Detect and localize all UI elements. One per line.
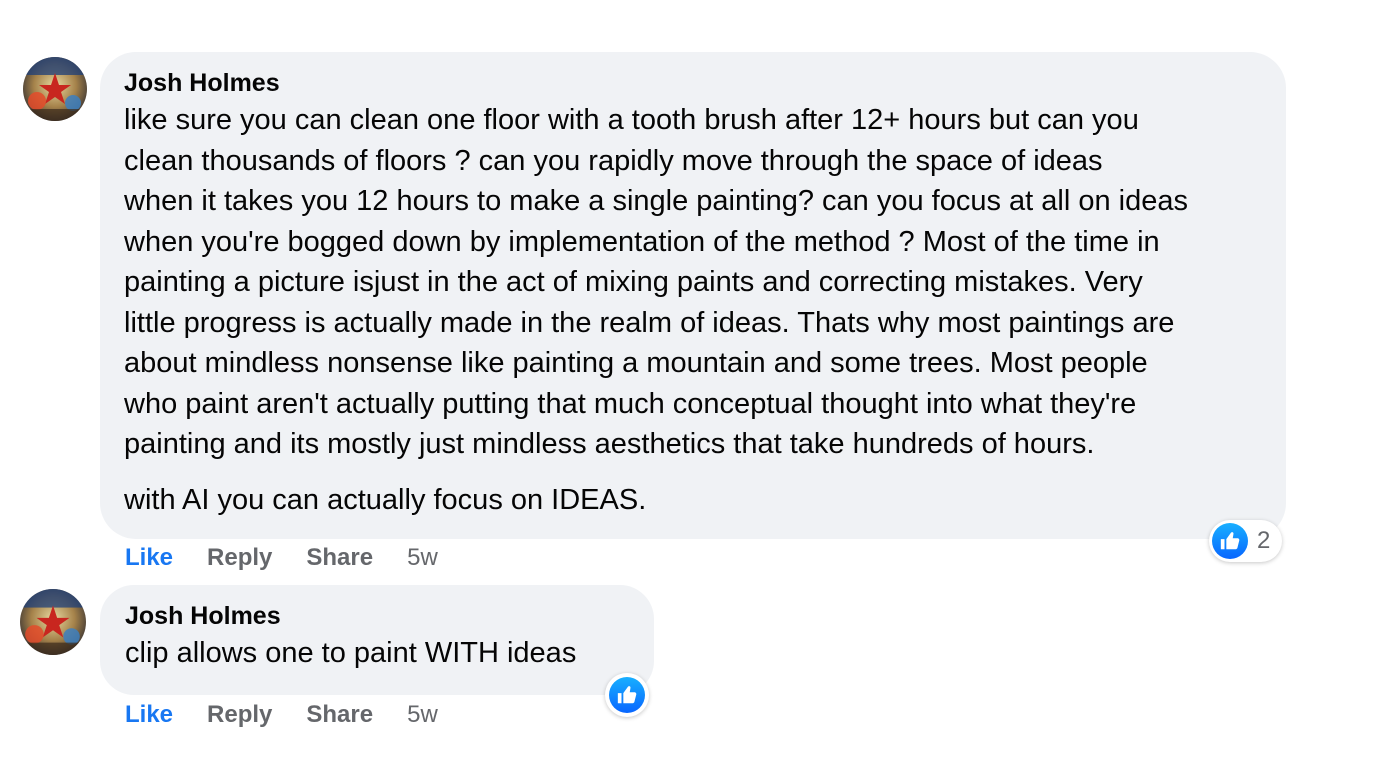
comment-line: when it takes you 12 hours to make a sin… [124, 185, 1188, 217]
comment-line: little progress is actually made in the … [124, 306, 1175, 339]
share-button[interactable]: Share [306, 701, 373, 729]
comment-text: like sure you can clean one floor with a… [124, 100, 1262, 520]
comment-line: like sure you can clean one floor with a… [124, 104, 1139, 136]
reaction-summary[interactable]: 2 [1209, 520, 1282, 562]
reaction-summary[interactable] [605, 673, 649, 717]
like-button[interactable]: Like [125, 544, 173, 572]
thumbs-up-icon [609, 677, 645, 713]
comment-line: when you're bogged down by implementatio… [124, 225, 1160, 258]
avatar-icon [23, 57, 87, 121]
comment-author[interactable]: Josh Holmes [125, 601, 281, 631]
comment-paragraph: with AI you can actually focus on IDEAS. [124, 483, 647, 516]
comment-line: painting a picture isjust in the act of … [124, 266, 1143, 298]
reaction-count: 2 [1257, 527, 1271, 554]
share-button[interactable]: Share [306, 544, 373, 572]
comment-bubble: Josh Holmes clip allows one to paint WIT… [100, 585, 654, 695]
comment-actions: Like Reply Share 5w [125, 544, 438, 572]
comment-author[interactable]: Josh Holmes [124, 68, 280, 98]
comment-timestamp[interactable]: 5w [407, 544, 438, 572]
comment-line: painting and its mostly just mindless ae… [124, 428, 1095, 460]
comment-actions: Like Reply Share 5w [125, 701, 438, 729]
like-button[interactable]: Like [125, 701, 173, 729]
comment-bubble: Josh Holmes like sure you can clean one … [100, 52, 1286, 539]
reply-button[interactable]: Reply [207, 544, 272, 572]
reply-button[interactable]: Reply [207, 701, 272, 729]
avatar-icon [20, 589, 86, 655]
comment-line: who paint aren't actually putting that m… [124, 387, 1137, 420]
thumbs-up-icon [1212, 523, 1248, 559]
avatar[interactable] [20, 589, 86, 655]
avatar[interactable] [23, 57, 87, 121]
comment-timestamp[interactable]: 5w [407, 701, 438, 729]
comment-line: about mindless nonsense like painting a … [124, 347, 1148, 379]
comment-line: clean thousands of floors ? can you rapi… [124, 144, 1103, 177]
comment-text: clip allows one to paint WITH ideas [125, 637, 577, 669]
